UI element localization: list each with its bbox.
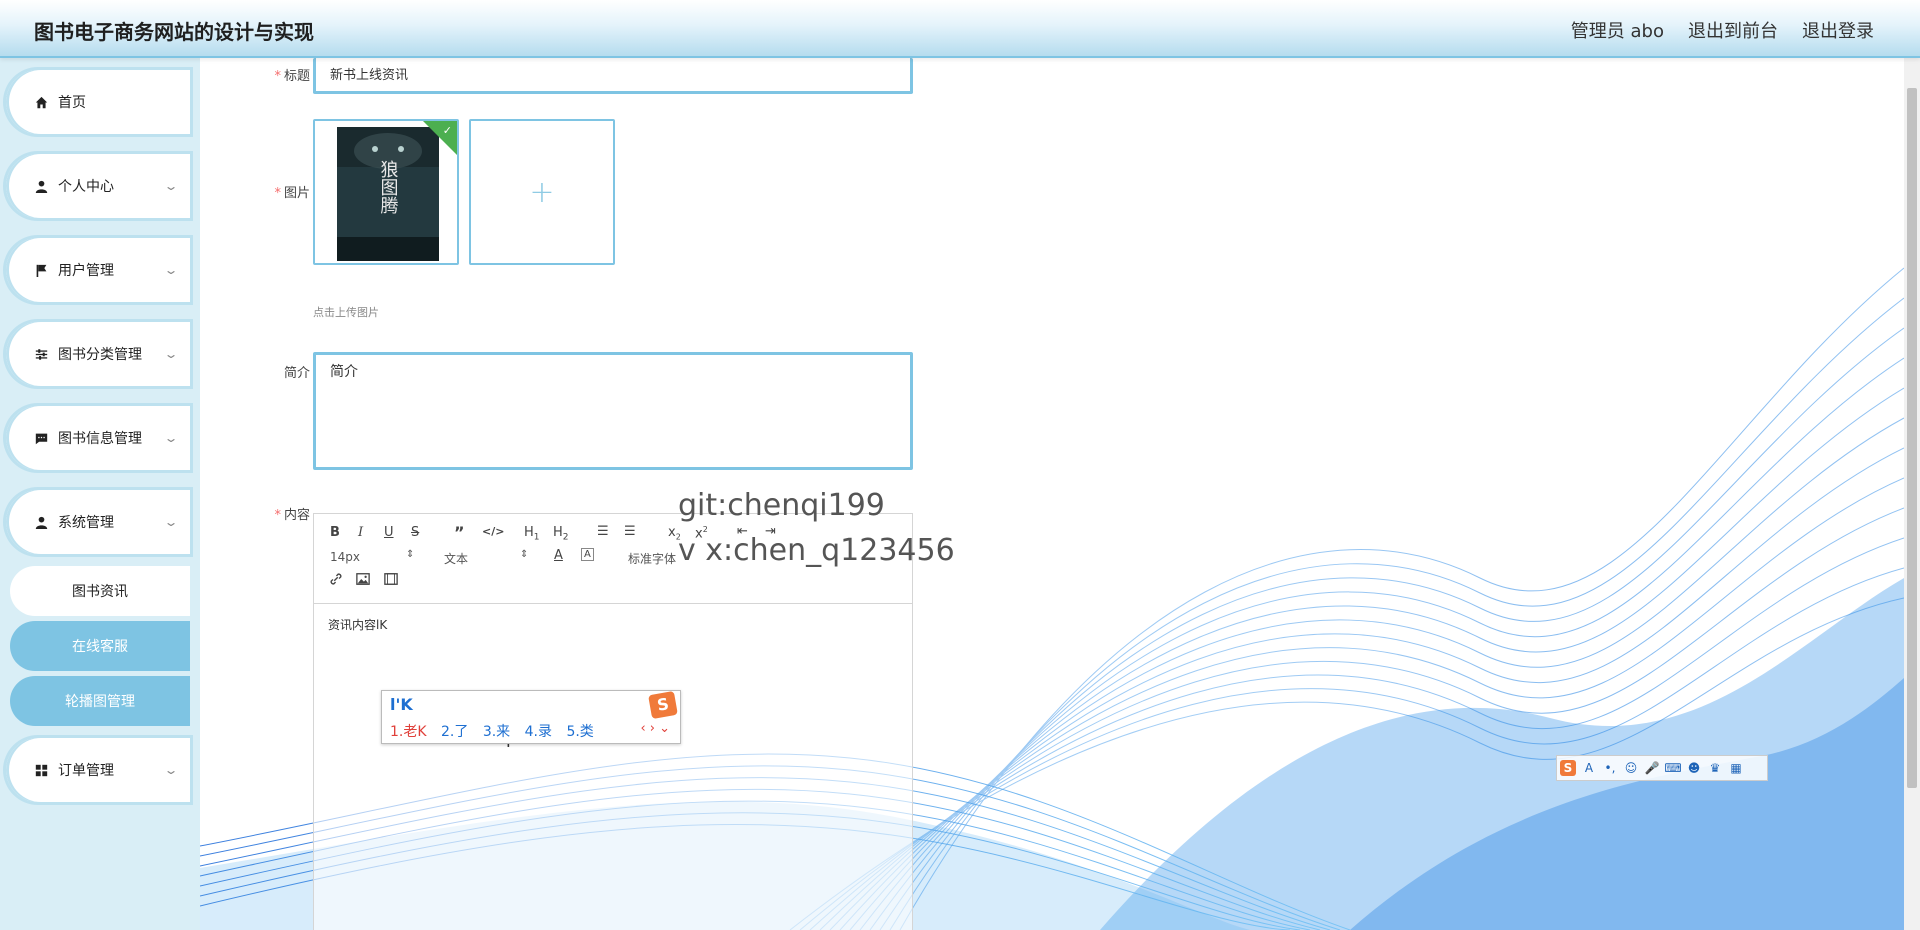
user-icon	[34, 515, 48, 529]
editor-content[interactable]: 资讯内容lK	[314, 604, 912, 645]
blockquote-button[interactable]: ”	[454, 523, 465, 542]
sidebar-item-label: 图书信息管理	[58, 431, 142, 447]
chevron-down-icon: ⌄	[163, 179, 179, 193]
sogou-s-icon[interactable]: S	[1560, 760, 1576, 776]
underline-button[interactable]: U	[384, 525, 394, 540]
sidebar-item-order-management[interactable]: 订单管理 ⌄	[6, 738, 190, 802]
chevron-down-icon: ⌄	[163, 263, 179, 277]
home-icon	[34, 95, 48, 109]
chevron-down-icon: ⌄	[163, 763, 179, 777]
link-icon[interactable]	[329, 572, 343, 590]
check-icon: ✓	[442, 124, 452, 137]
sidebar-item-personal-center[interactable]: 个人中心 ⌄	[6, 154, 190, 218]
font-a-icon[interactable]: A	[1581, 760, 1597, 776]
sidebar-item-book-info[interactable]: 图书信息管理 ⌄	[6, 406, 190, 470]
main-content: * 标题 新书上线资讯 * 图片 狼图腾 ✓ + 点击上传图片 简介 简介 * 内容 …	[200, 58, 1904, 930]
logout-link[interactable]: 退出登录	[1802, 17, 1874, 43]
sogou-logo-icon: S	[648, 690, 678, 720]
bold-button[interactable]: B	[330, 525, 340, 540]
watermark-line2: v x:chen_q123456	[678, 533, 955, 568]
ime-composition: l'K	[390, 695, 413, 714]
header2-button[interactable]: H2	[553, 525, 569, 543]
sidebar-item-book-category[interactable]: 图书分类管理 ⌄	[6, 322, 190, 386]
book-cover-image: 狼图腾	[315, 121, 457, 263]
sidebar: 首页 个人中心 ⌄ 用户管理 ⌄ 图书分类管理 ⌄ 图书信息管理 ⌄ 系统管理 …	[0, 58, 200, 930]
sidebar-item-system-management[interactable]: 系统管理 ⌄	[6, 490, 190, 554]
header-actions: 管理员 abo 退出到前台 退出登录	[1571, 17, 1874, 43]
sidebar-subitem-online-service[interactable]: 在线客服	[10, 621, 190, 671]
chevron-down-icon: ⌄	[163, 431, 179, 445]
page-scrollbar[interactable]	[1904, 58, 1920, 930]
sidebar-subitem-carousel[interactable]: 轮播图管理	[10, 676, 190, 726]
chevron-updown-icon: ⇕	[520, 549, 529, 560]
flag-icon	[34, 263, 48, 277]
app-title: 图书电子商务网站的设计与实现	[34, 20, 314, 44]
sidebar-item-home[interactable]: 首页	[6, 70, 190, 134]
image-icon[interactable]	[356, 572, 370, 590]
bullet-list-button[interactable]: ☰	[624, 524, 636, 539]
sidebar-item-label: 图书分类管理	[58, 347, 142, 363]
sidebar-item-user-management[interactable]: 用户管理 ⌄	[6, 238, 190, 302]
video-icon[interactable]	[384, 572, 398, 590]
ime-candidate[interactable]: 2.了	[441, 724, 468, 740]
sidebar-item-label: 系统管理	[58, 515, 114, 531]
font-color-button[interactable]: A	[554, 548, 563, 563]
ime-candidate[interactable]: 5.类	[566, 724, 593, 740]
microphone-icon[interactable]: 🎤	[1644, 760, 1660, 776]
uploaded-image-card[interactable]: 狼图腾 ✓	[313, 119, 459, 265]
title-label: * 标题	[274, 69, 310, 84]
back-to-front-link[interactable]: 退出到前台	[1688, 17, 1778, 43]
sidebar-item-label: 个人中心	[58, 179, 114, 195]
font-family-select[interactable]: 标准字体	[628, 550, 676, 567]
ime-status-bar[interactable]: S A •, ☺ 🎤 ⌨ ☻ ♛ ▦	[1556, 755, 1768, 781]
grid-icon	[34, 763, 48, 777]
ime-candidate-list: 1.老K 2.了 3.来 4.录 5.类	[390, 721, 604, 741]
ime-candidate[interactable]: 3.来	[483, 724, 510, 740]
keyboard-icon[interactable]: ⌨	[1664, 760, 1681, 776]
block-type-select[interactable]: 文本	[444, 550, 468, 567]
content-label: * 内容	[274, 508, 310, 523]
title-input[interactable]: 新书上线资讯	[313, 58, 913, 94]
book-cover-title: 狼图腾	[378, 160, 399, 215]
grid-menu-icon[interactable]: ▦	[1728, 760, 1744, 776]
sidebar-subitem-book-news[interactable]: 图书资讯	[10, 566, 190, 616]
upload-add-button[interactable]: +	[469, 119, 615, 265]
strike-button[interactable]: S	[411, 525, 419, 540]
italic-button[interactable]: I	[358, 525, 363, 540]
chat-icon	[34, 431, 48, 445]
current-user-label: 管理员 abo	[1570, 21, 1664, 42]
code-block-button[interactable]: </>	[482, 525, 504, 538]
ime-page-arrows[interactable]: ‹ › ⌄	[640, 721, 670, 736]
ime-candidate-window: l'K S 1.老K 2.了 3.来 4.录 5.类 ‹ › ⌄	[381, 690, 681, 744]
chevron-down-icon: ⌄	[163, 515, 179, 529]
person-icon[interactable]: ☻	[1686, 760, 1702, 776]
ordered-list-button[interactable]: ☰	[597, 524, 609, 539]
shirt-icon[interactable]: ♛	[1707, 760, 1723, 776]
sidebar-item-label: 订单管理	[58, 763, 114, 779]
top-header: 图书电子商务网站的设计与实现 管理员 abo 退出到前台 退出登录	[0, 0, 1920, 58]
ime-candidate[interactable]: 4.录	[525, 724, 552, 740]
plus-icon: +	[529, 174, 555, 210]
ime-candidate[interactable]: 1.老K	[390, 724, 427, 740]
punctuation-icon[interactable]: •,	[1602, 760, 1618, 776]
background-color-button[interactable]: A	[581, 548, 594, 561]
sliders-icon	[34, 347, 48, 361]
user-icon	[34, 179, 48, 193]
intro-label: 简介	[283, 366, 310, 381]
watermark-line1: git:chenqi199	[678, 488, 885, 523]
sidebar-item-label: 首页	[58, 95, 86, 111]
chevron-down-icon: ⌄	[163, 347, 179, 361]
header1-button[interactable]: H1	[524, 525, 540, 543]
sidebar-item-label: 用户管理	[58, 263, 114, 279]
intro-textarea[interactable]: 简介	[313, 352, 913, 470]
scrollbar-thumb[interactable]	[1907, 88, 1917, 788]
emoji-icon[interactable]: ☺	[1623, 760, 1639, 776]
font-size-select[interactable]: 14px	[330, 550, 360, 564]
image-label: * 图片	[274, 186, 310, 201]
upload-hint: 点击上传图片	[313, 306, 379, 319]
chevron-updown-icon: ⇕	[406, 549, 415, 560]
